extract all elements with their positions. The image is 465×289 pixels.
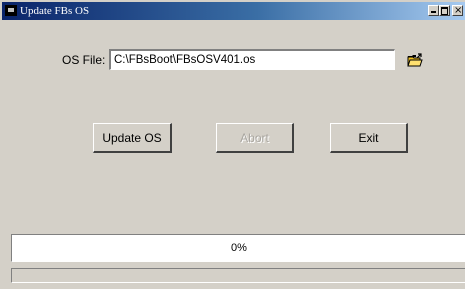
title-bar[interactable]: Update FBs OS	[2, 2, 465, 20]
update-os-button[interactable]: Update OS	[93, 123, 172, 153]
os-file-input[interactable]	[109, 49, 395, 70]
maximize-button[interactable]	[439, 5, 450, 16]
app-icon	[5, 5, 17, 16]
minimize-button[interactable]	[428, 5, 439, 16]
close-button[interactable]	[452, 5, 463, 16]
window-title: Update FBs OS	[20, 5, 90, 17]
abort-button[interactable]: Abort	[216, 123, 294, 153]
progress-percent: 0%	[231, 242, 247, 254]
os-file-label: OS File:	[62, 53, 106, 67]
exit-button[interactable]: Exit	[330, 123, 408, 153]
progress-bar: 0%	[11, 234, 465, 262]
update-os-window: Update FBs OS OS File: Update OS Abort E…	[0, 0, 465, 289]
open-folder-icon[interactable]	[407, 53, 423, 67]
status-bar	[11, 268, 465, 283]
